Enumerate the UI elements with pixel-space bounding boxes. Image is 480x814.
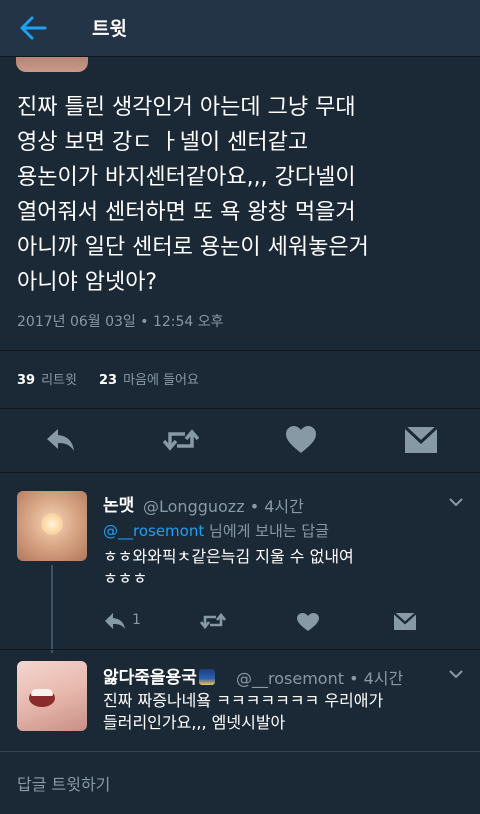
like-heart-icon[interactable] [296, 612, 320, 632]
direct-message-icon[interactable] [404, 425, 438, 455]
chevron-down-icon[interactable] [449, 498, 463, 507]
reply-icon[interactable] [44, 425, 76, 455]
reply-author-name[interactable]: 앓다죽을용국 [103, 663, 215, 688]
retweet-label[interactable]: 리트윗 [41, 373, 77, 388]
night-city-emoji-icon [198, 669, 215, 685]
reply-author-name[interactable]: 논맷 [103, 491, 134, 516]
top-bar: 트윗 [0, 0, 480, 57]
like-count[interactable]: 23 [99, 373, 117, 388]
reply-icon[interactable] [103, 611, 127, 631]
reply-author-handle[interactable]: @Longguozz • 4시간 [143, 493, 304, 517]
like-heart-icon[interactable] [285, 425, 317, 455]
retweet-icon[interactable] [200, 611, 226, 631]
reply-compose-placeholder[interactable]: 답글 트윗하기 [17, 771, 110, 795]
thread-connector [51, 565, 53, 653]
chevron-down-icon[interactable] [449, 670, 463, 679]
like-label[interactable]: 마음에 들어요 [123, 373, 199, 388]
reply-text: 진짜 짜증나네욬 ㅋㅋㅋㅋㅋㅋㅋ 우리애가 들러리인가요,,, 엠넷시발아 [103, 691, 384, 732]
direct-message-icon[interactable] [393, 611, 417, 631]
retweet-count[interactable]: 39 [17, 373, 35, 388]
previous-tweet-avatar[interactable] [16, 57, 88, 72]
reply-count: 1 [132, 612, 141, 628]
compose-bar[interactable]: 답글 트윗하기 [0, 751, 480, 814]
tweet-text: 진짜 틀린 생각인거 아는데 그냥 무대 영상 보면 강ㄷ ㅏ넬이 센터같고 용… [17, 95, 369, 295]
divider [0, 649, 480, 650]
reply-text: ㅎㅎ와와픽ㅊ같은늑김 지울 수 없내여 ㅎㅎㅎ [103, 547, 354, 588]
page-title: 트윗 [92, 18, 127, 40]
retweet-icon[interactable] [163, 425, 199, 455]
tweet-stats: 39 리트윗 23 마음에 들어요 [17, 369, 199, 388]
divider [0, 350, 480, 351]
replying-to-suffix: 님에게 보내는 답글 [204, 522, 329, 540]
mention-link[interactable]: @__rosemont [103, 522, 204, 540]
avatar[interactable] [17, 491, 87, 561]
back-arrow-icon[interactable] [18, 14, 48, 42]
reply-author-handle[interactable]: @__rosemont • 4시간 [236, 665, 403, 689]
avatar[interactable] [17, 661, 87, 731]
reply-author-name-text[interactable]: 앓다죽을용국 [103, 668, 197, 688]
tweet-actions [0, 409, 480, 471]
tweet-timestamp: 2017년 06월 03일 • 12:54 오후 [17, 314, 224, 330]
replying-to: @__rosemont 님에게 보내는 답글 [103, 520, 329, 541]
